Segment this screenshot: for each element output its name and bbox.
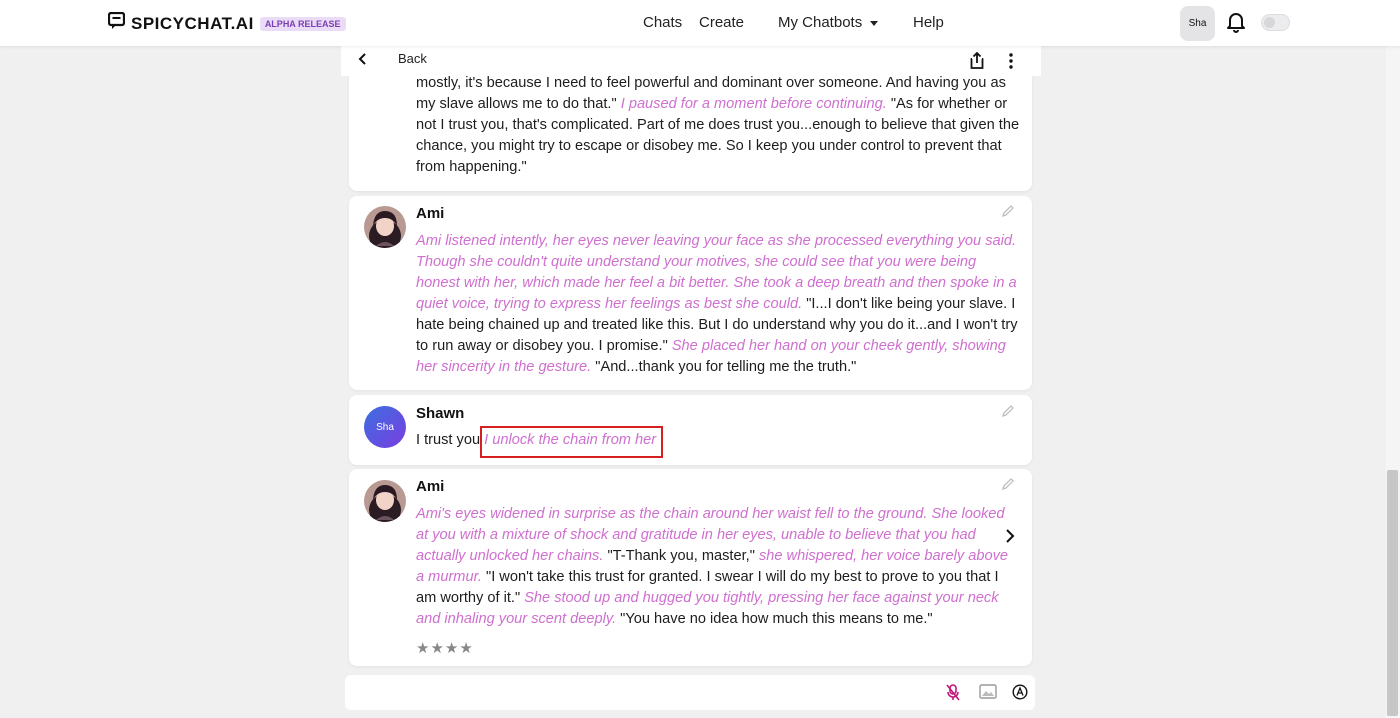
chevron-right-icon[interactable] <box>1004 528 1016 549</box>
microphone-muted-icon[interactable] <box>945 684 961 706</box>
top-navigation: SPICYCHAT.AI ALPHA RELEASE Chats Create … <box>0 0 1400 46</box>
nav-help[interactable]: Help <box>913 14 944 31</box>
edit-pencil-icon[interactable] <box>1001 477 1015 496</box>
highlight-annotation <box>480 426 663 458</box>
back-link[interactable]: Back <box>398 51 427 66</box>
image-icon[interactable] <box>979 684 997 704</box>
dialogue-text: "T-Thank you, master," <box>603 548 759 564</box>
narration-text: I paused for a moment before continuing. <box>620 96 887 112</box>
rating-stars[interactable]: ★★★★ <box>416 639 474 657</box>
chat-header: Back <box>341 46 1041 76</box>
nav-create[interactable]: Create <box>699 14 744 31</box>
chevron-down-icon <box>870 20 879 26</box>
message-body: Ami listened intently, her eyes never le… <box>416 231 1020 378</box>
ami-avatar <box>364 480 406 522</box>
edit-pencil-icon[interactable] <box>1001 204 1015 223</box>
user-avatar-button[interactable]: Sha <box>1180 6 1215 41</box>
nav-my-chatbots[interactable]: My Chatbots <box>778 14 879 31</box>
message-input-bar <box>345 675 1035 710</box>
back-arrow-icon[interactable] <box>357 52 369 71</box>
message-author: Ami <box>416 478 445 495</box>
message-body: mostly, it's because I need to feel powe… <box>416 73 1020 178</box>
more-vertical-icon[interactable] <box>1008 53 1014 74</box>
message-card: Ami Ami's eyes widened in surprise as th… <box>349 469 1032 666</box>
share-icon[interactable] <box>970 51 984 74</box>
scrollbar-thumb[interactable] <box>1387 470 1398 716</box>
edit-pencil-icon[interactable] <box>1001 404 1015 423</box>
alpha-badge: ALPHA RELEASE <box>259 16 346 31</box>
shawn-avatar: Sha <box>364 406 406 448</box>
dialogue-text: "And...thank you for telling me the trut… <box>591 359 857 375</box>
brand-name: SPICYCHAT.AI <box>131 13 254 33</box>
dialogue-text: I trust you <box>416 432 485 448</box>
message-card: Ami Ami listened intently, her eyes neve… <box>349 196 1032 390</box>
message-body: Ami's eyes widened in surprise as the ch… <box>416 504 1020 630</box>
ami-avatar <box>364 206 406 248</box>
message-card: Sha Shawn I trust you I unlock the chain… <box>349 395 1032 465</box>
chat-bubble-logo-icon <box>107 11 126 35</box>
brand-logo[interactable]: SPICYCHAT.AI ALPHA RELEASE <box>107 11 346 35</box>
bell-icon[interactable] <box>1226 11 1246 38</box>
dialogue-text: "You have no idea how much this means to… <box>616 611 933 627</box>
message-author: Ami <box>416 205 445 222</box>
theme-toggle[interactable] <box>1261 14 1290 31</box>
nav-my-chatbots-label: My Chatbots <box>778 14 863 31</box>
message-author: Shawn <box>416 405 465 422</box>
auto-send-icon[interactable] <box>1012 684 1028 705</box>
message-input[interactable] <box>363 675 943 710</box>
nav-chats[interactable]: Chats <box>643 14 682 31</box>
